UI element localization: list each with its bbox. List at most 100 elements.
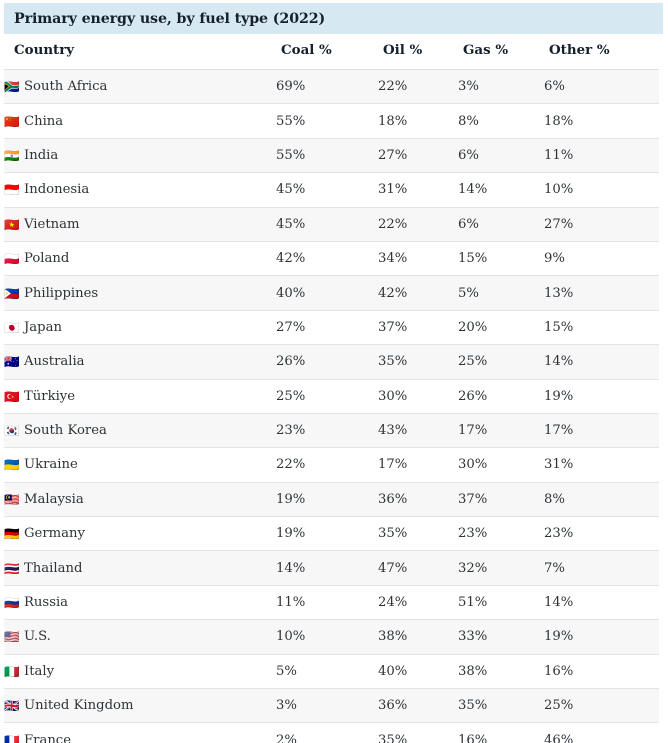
cell-coal-percent: 14% bbox=[276, 550, 378, 586]
energy-data-table: Country Coal % Oil % Gas % Other % 🇿🇦 Sou… bbox=[4, 34, 659, 743]
cell-gas-percent: 15% bbox=[458, 241, 544, 277]
table-row: 🇰🇷 South Korea 23% 43% 17% 17% bbox=[4, 413, 659, 449]
cell-country: 🇮🇳 India bbox=[4, 138, 276, 174]
cell-country: 🇨🇳 China bbox=[4, 103, 276, 139]
flag-united-kingdom-icon: 🇬🇧 bbox=[4, 698, 20, 714]
cell-other-percent: 7% bbox=[544, 550, 659, 586]
column-header-country[interactable]: Country bbox=[4, 34, 276, 70]
flag-south-korea-icon: 🇰🇷 bbox=[4, 423, 20, 439]
cell-gas-percent: 20% bbox=[458, 310, 544, 346]
cell-country: 🇦🇺 Australia bbox=[4, 344, 276, 380]
cell-gas-percent: 6% bbox=[458, 138, 544, 174]
cell-gas-percent: 23% bbox=[458, 516, 544, 552]
cell-oil-percent: 36% bbox=[378, 482, 458, 518]
cell-oil-percent: 27% bbox=[378, 138, 458, 174]
cell-oil-percent: 42% bbox=[378, 275, 458, 311]
cell-country: 🇺🇦 Ukraine bbox=[4, 447, 276, 483]
cell-coal-percent: 55% bbox=[276, 138, 378, 174]
cell-gas-percent: 35% bbox=[458, 688, 544, 724]
cell-oil-percent: 30% bbox=[378, 379, 458, 414]
cell-gas-percent: 30% bbox=[458, 447, 544, 483]
cell-gas-percent: 17% bbox=[458, 413, 544, 449]
flag-france-icon: 🇫🇷 bbox=[4, 732, 20, 743]
table-row: 🇺🇦 Ukraine 22% 17% 30% 31% bbox=[4, 447, 659, 483]
cell-oil-percent: 36% bbox=[378, 688, 458, 724]
country-name: Australia bbox=[24, 354, 85, 370]
cell-country: 🇫🇷 France bbox=[4, 722, 276, 743]
column-header-oil[interactable]: Oil % bbox=[378, 34, 458, 70]
cell-country: 🇬🇧 United Kingdom bbox=[4, 688, 276, 724]
cell-oil-percent: 37% bbox=[378, 310, 458, 346]
cell-country: 🇵🇭 Philippines bbox=[4, 275, 276, 311]
table-row: 🇲🇾 Malaysia 19% 36% 37% 8% bbox=[4, 482, 659, 518]
flag-ukraine-icon: 🇺🇦 bbox=[4, 457, 20, 473]
cell-gas-percent: 26% bbox=[458, 379, 544, 414]
column-header-gas[interactable]: Gas % bbox=[458, 34, 544, 70]
cell-gas-percent: 14% bbox=[458, 172, 544, 208]
table-row: 🇹🇷 Türkiye 25% 30% 26% 19% bbox=[4, 379, 659, 414]
cell-oil-percent: 35% bbox=[378, 344, 458, 380]
flag-united-states-icon: 🇺🇸 bbox=[4, 629, 20, 645]
cell-oil-percent: 31% bbox=[378, 172, 458, 208]
cell-other-percent: 46% bbox=[544, 722, 659, 743]
table-row: 🇿🇦 South Africa 69% 22% 3% 6% bbox=[4, 69, 659, 105]
cell-coal-percent: 2% bbox=[276, 722, 378, 743]
cell-coal-percent: 42% bbox=[276, 241, 378, 277]
cell-other-percent: 8% bbox=[544, 482, 659, 518]
cell-coal-percent: 55% bbox=[276, 103, 378, 139]
cell-coal-percent: 3% bbox=[276, 688, 378, 724]
country-name: South Africa bbox=[24, 79, 108, 95]
column-header-coal[interactable]: Coal % bbox=[276, 34, 378, 70]
flag-philippines-icon: 🇵🇭 bbox=[4, 285, 20, 301]
cell-gas-percent: 16% bbox=[458, 722, 544, 743]
table-row: 🇫🇷 France 2% 35% 16% 46% bbox=[4, 722, 659, 743]
cell-coal-percent: 40% bbox=[276, 275, 378, 311]
table-row: 🇬🇧 United Kingdom 3% 36% 35% 25% bbox=[4, 688, 659, 724]
cell-gas-percent: 6% bbox=[458, 207, 544, 242]
country-name: Poland bbox=[24, 251, 70, 267]
cell-other-percent: 19% bbox=[544, 619, 659, 655]
country-name: Indonesia bbox=[24, 182, 90, 198]
cell-other-percent: 16% bbox=[544, 654, 659, 690]
country-name: France bbox=[24, 732, 71, 743]
cell-oil-percent: 24% bbox=[378, 585, 458, 621]
cell-gas-percent: 5% bbox=[458, 275, 544, 311]
flag-turkiye-icon: 🇹🇷 bbox=[4, 388, 20, 404]
country-name: Malaysia bbox=[24, 491, 84, 507]
table-row: 🇦🇺 Australia 26% 35% 25% 14% bbox=[4, 344, 659, 380]
cell-country: 🇷🇺 Russia bbox=[4, 585, 276, 621]
table-row: 🇷🇺 Russia 11% 24% 51% 14% bbox=[4, 585, 659, 621]
page-title: Primary energy use, by fuel type (2022) bbox=[14, 10, 326, 27]
table-title-bar: Primary energy use, by fuel type (2022) bbox=[4, 3, 663, 34]
cell-oil-percent: 35% bbox=[378, 516, 458, 552]
cell-other-percent: 25% bbox=[544, 688, 659, 724]
cell-oil-percent: 22% bbox=[378, 69, 458, 105]
country-name: China bbox=[24, 113, 64, 129]
cell-gas-percent: 8% bbox=[458, 103, 544, 139]
cell-country: 🇹🇷 Türkiye bbox=[4, 379, 276, 414]
column-header-other[interactable]: Other % bbox=[544, 34, 659, 70]
table-row: 🇻🇳 Vietnam 45% 22% 6% 27% bbox=[4, 207, 659, 242]
flag-russia-icon: 🇷🇺 bbox=[4, 595, 20, 611]
table-row: 🇮🇹 Italy 5% 40% 38% 16% bbox=[4, 654, 659, 690]
table-row: 🇵🇱 Poland 42% 34% 15% 9% bbox=[4, 241, 659, 277]
cell-coal-percent: 19% bbox=[276, 516, 378, 552]
cell-country: 🇯🇵 Japan bbox=[4, 310, 276, 346]
cell-gas-percent: 33% bbox=[458, 619, 544, 655]
cell-other-percent: 27% bbox=[544, 207, 659, 242]
cell-other-percent: 15% bbox=[544, 310, 659, 346]
cell-country: 🇮🇩 Indonesia bbox=[4, 172, 276, 208]
country-name: Italy bbox=[24, 663, 55, 679]
cell-country: 🇩🇪 Germany bbox=[4, 516, 276, 552]
cell-oil-percent: 35% bbox=[378, 722, 458, 743]
cell-oil-percent: 22% bbox=[378, 207, 458, 242]
cell-other-percent: 19% bbox=[544, 379, 659, 414]
country-name: India bbox=[24, 147, 59, 163]
cell-coal-percent: 22% bbox=[276, 447, 378, 483]
cell-oil-percent: 17% bbox=[378, 447, 458, 483]
country-name: Japan bbox=[24, 319, 62, 335]
country-name: United Kingdom bbox=[24, 698, 134, 714]
energy-table-card: Primary energy use, by fuel type (2022) … bbox=[0, 0, 668, 743]
cell-coal-percent: 27% bbox=[276, 310, 378, 346]
table-row: 🇺🇸 U.S. 10% 38% 33% 19% bbox=[4, 619, 659, 655]
